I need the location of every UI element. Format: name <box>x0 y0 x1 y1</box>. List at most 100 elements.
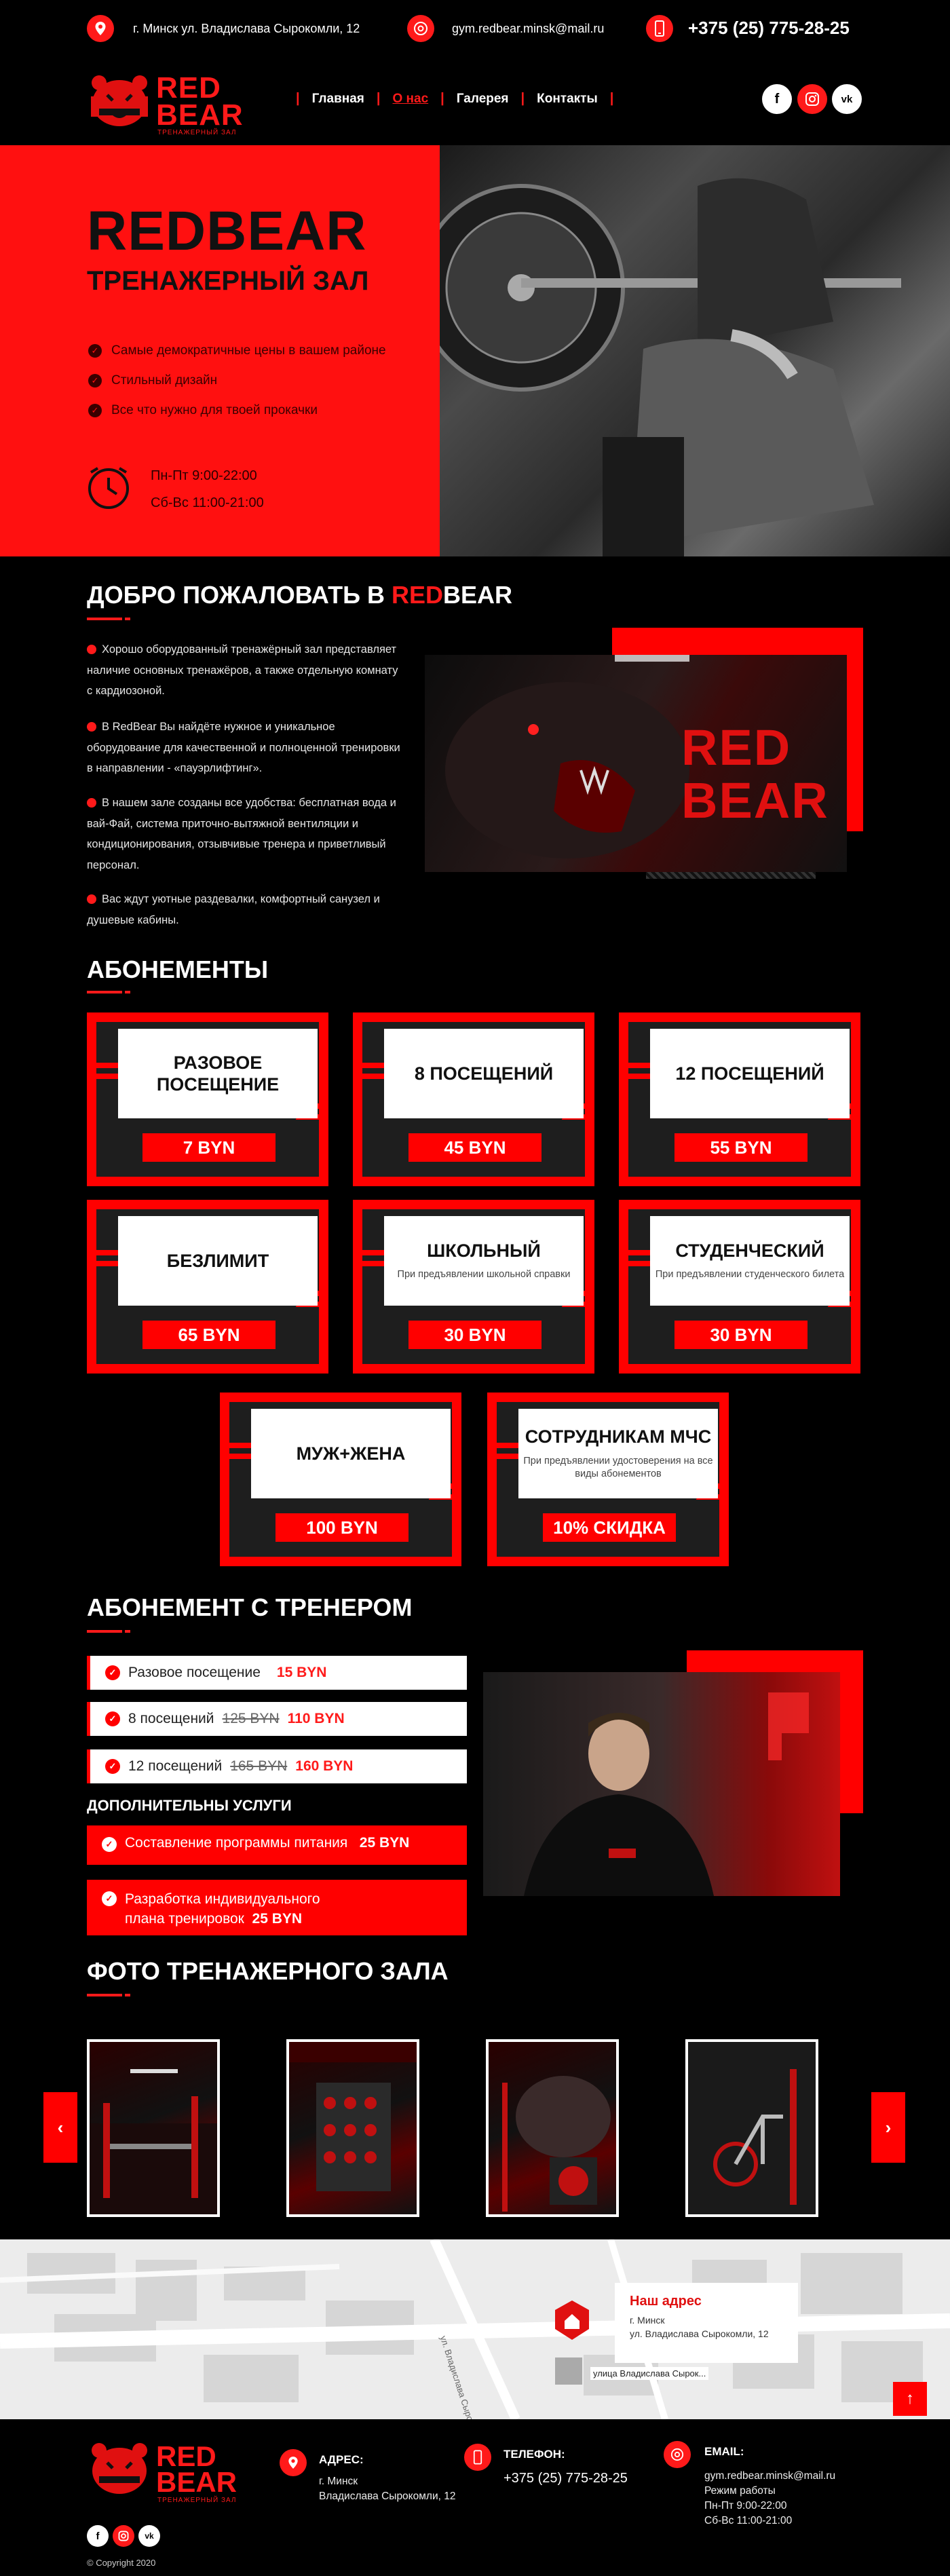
trainer-row-old-price: 125 BYN <box>222 1711 280 1726</box>
subscription-card[interactable]: 12 ПОСЕЩЕНИЙ 55 BYN <box>619 1012 860 1186</box>
bear-logo-icon[interactable] <box>87 71 152 132</box>
card-price-button[interactable]: 45 BYN <box>408 1133 542 1162</box>
subscriptions-title: АБОНЕМЕНТЫ <box>87 955 269 983</box>
card-price-button[interactable]: 7 BYN <box>142 1133 276 1162</box>
top-email[interactable]: gym.redbear.minsk@mail.ru <box>452 22 604 36</box>
logo-bear: BEAR <box>156 2466 238 2498</box>
hero: REDBEAR ТРЕНАЖЕРНЫЙ ЗАЛ ✓ Самые демократи… <box>0 145 950 556</box>
card-price-button[interactable]: 30 BYN <box>408 1321 542 1349</box>
gym-mural: RED BEAR <box>425 655 847 872</box>
card-price-button[interactable]: 55 BYN <box>674 1133 808 1162</box>
instagram-icon[interactable] <box>113 2525 134 2547</box>
subscription-card[interactable]: МУЖ+ЖЕНА 100 BYN <box>220 1393 461 1566</box>
card-price-button[interactable]: 10% СКИДКА <box>543 1513 676 1542</box>
card-price-button[interactable]: 30 BYN <box>674 1321 808 1349</box>
hero-photo <box>440 145 950 556</box>
card-header: БЕЗЛИМИТ <box>118 1216 318 1306</box>
title-underline <box>87 1994 130 1996</box>
facebook-icon[interactable]: f <box>762 84 792 114</box>
footer-address-label: АДРЕС: <box>319 2453 364 2466</box>
vk-icon[interactable]: vk <box>138 2525 160 2547</box>
gallery-prev-button[interactable]: ‹ <box>43 2092 77 2163</box>
bear-logo-icon[interactable] <box>87 2438 152 2499</box>
hero-feature-text: Стильный дизайн <box>111 373 218 387</box>
title-underline <box>87 618 130 620</box>
bullet-dot <box>87 722 96 732</box>
map[interactable]: ул. Владислава Сырокомли улица Владислав… <box>0 2239 950 2419</box>
vk-icon[interactable]: vk <box>832 84 862 114</box>
card-stripe <box>90 1074 121 1079</box>
welcome-title-red: RED <box>391 581 443 609</box>
map-address-card: Наш адрес г. Минск ул. Владислава Сыроко… <box>615 2283 798 2363</box>
email-icon <box>664 2441 691 2468</box>
card-stripe <box>356 1074 387 1079</box>
hero-title: REDBEAR <box>87 200 367 262</box>
top-address: г. Минск ул. Владислава Сырокомли, 12 <box>133 22 360 35</box>
facebook-icon[interactable]: f <box>87 2525 109 2547</box>
card-title: МУЖ+ЖЕНА <box>296 1443 406 1464</box>
card-price-button[interactable]: 100 BYN <box>276 1513 408 1542</box>
nav-separator: | <box>440 91 444 106</box>
gallery-next-button[interactable]: › <box>871 2092 905 2163</box>
nav-item-home[interactable]: Главная <box>312 92 364 107</box>
check-icon: ✓ <box>102 1837 117 1852</box>
welcome-title-suffix: BEAR <box>443 581 513 609</box>
card-stripe <box>90 1250 121 1255</box>
top-phone[interactable]: +375 (25) 775-28-25 <box>688 18 850 39</box>
card-stripe <box>90 1063 121 1068</box>
service-row[interactable]: ✓ Разработка индивидуального плана тренир… <box>87 1880 467 1935</box>
service-row[interactable]: ✓ Составление программы питания 25 BYN <box>87 1825 467 1865</box>
nav-item-contacts[interactable]: Контакты <box>537 92 598 107</box>
check-icon: ✓ <box>88 374 102 387</box>
gallery-title: ФОТО ТРЕНАЖЕРНОГО ЗАЛА <box>87 1957 449 1985</box>
subscription-card[interactable]: ШКОЛЬНЫЙ При предъявлении школьной справк… <box>353 1200 594 1374</box>
footer-address-line: Владислава Сырокомли, 12 <box>319 2490 456 2502</box>
scroll-to-top-button[interactable]: ↑ <box>893 2382 927 2416</box>
footer-hours-label: Режим работы <box>704 2485 776 2497</box>
mural-bear-text: BEAR <box>681 772 829 829</box>
subscription-card[interactable]: СТУДЕНЧЕСКИЙ При предъявлении студенческо… <box>619 1200 860 1374</box>
card-body: ШКОЛЬНЫЙ При предъявлении школьной справк… <box>356 1209 592 1364</box>
trainer-row[interactable]: ✓ Разовое посещение 15 BYN <box>87 1656 467 1690</box>
footer: RED BEAR ТРЕНАЖЕРНЫЙ ЗАЛ f vk © Copyrigh… <box>0 2419 950 2576</box>
location-icon <box>280 2449 307 2476</box>
map-pin-icon[interactable] <box>554 2299 590 2341</box>
welcome-title: ДОБРО ПОЖАЛОВАТЬ В REDBEAR <box>87 581 512 609</box>
card-stripe <box>622 1261 653 1266</box>
check-icon: ✓ <box>105 1665 120 1680</box>
service-price: 25 BYN <box>252 1911 303 1927</box>
nav-separator: | <box>296 91 300 106</box>
card-stripe <box>356 1063 387 1068</box>
nav-item-about[interactable]: О нас <box>393 92 429 107</box>
trainer-row[interactable]: ✓ 8 посещений 125 BYN 110 BYN <box>87 1702 467 1736</box>
card-body: СОТРУДНИКАМ МЧС При предъявлении удостове… <box>491 1402 727 1557</box>
gallery-photo[interactable] <box>685 2039 818 2217</box>
welcome-paragraph-text: Хорошо оборудованный тренажёрный зал пре… <box>87 643 398 698</box>
footer-hours: Сб-Вс 11:00-21:00 <box>704 2515 793 2526</box>
check-icon: ✓ <box>102 1891 117 1906</box>
nav-item-gallery[interactable]: Галерея <box>457 92 509 107</box>
footer-phone[interactable]: +375 (25) 775-28-25 <box>504 2471 628 2486</box>
subscription-card[interactable]: 8 ПОСЕЩЕНИЙ 45 BYN <box>353 1012 594 1186</box>
trainer-title: АБОНЕМЕНТ С ТРЕНЕРОМ <box>87 1593 413 1621</box>
mural-red-text: RED <box>681 719 792 776</box>
nav-separator: | <box>376 91 381 106</box>
footer-email[interactable]: gym.redbear.minsk@mail.ru <box>704 2469 835 2484</box>
card-price-button[interactable]: 65 BYN <box>142 1321 276 1349</box>
subscription-card[interactable]: СОТРУДНИКАМ МЧС При предъявлении удостове… <box>487 1393 729 1566</box>
subscription-card[interactable]: РАЗОВОЕ ПОСЕЩЕНИЕ 7 BYN <box>87 1012 328 1186</box>
card-header: СТУДЕНЧЕСКИЙ При предъявлении студенческо… <box>650 1216 850 1306</box>
logo-tagline: ТРЕНАЖЕРНЫЙ ЗАЛ <box>157 129 237 136</box>
card-subtitle: При предъявлении удостоверения на все ви… <box>523 1455 713 1480</box>
gallery-photo[interactable] <box>486 2039 619 2217</box>
gallery-photo[interactable] <box>87 2039 220 2217</box>
card-stripe <box>223 1443 254 1448</box>
gallery-photo[interactable] <box>286 2039 419 2217</box>
trainer-row[interactable]: ✓ 12 посещений 165 BYN 160 BYN <box>87 1749 467 1783</box>
card-title: СТУДЕНЧЕСКИЙ <box>675 1240 824 1262</box>
subscription-card[interactable]: БЕЗЛИМИТ 65 BYN <box>87 1200 328 1374</box>
card-stripe <box>491 1454 522 1459</box>
instagram-icon[interactable] <box>797 84 827 114</box>
welcome-title-prefix: ДОБРО ПОЖАЛОВАТЬ В <box>87 581 392 609</box>
welcome-paragraph: В RedBear Вы найдёте нужное и уникальное… <box>87 717 406 779</box>
